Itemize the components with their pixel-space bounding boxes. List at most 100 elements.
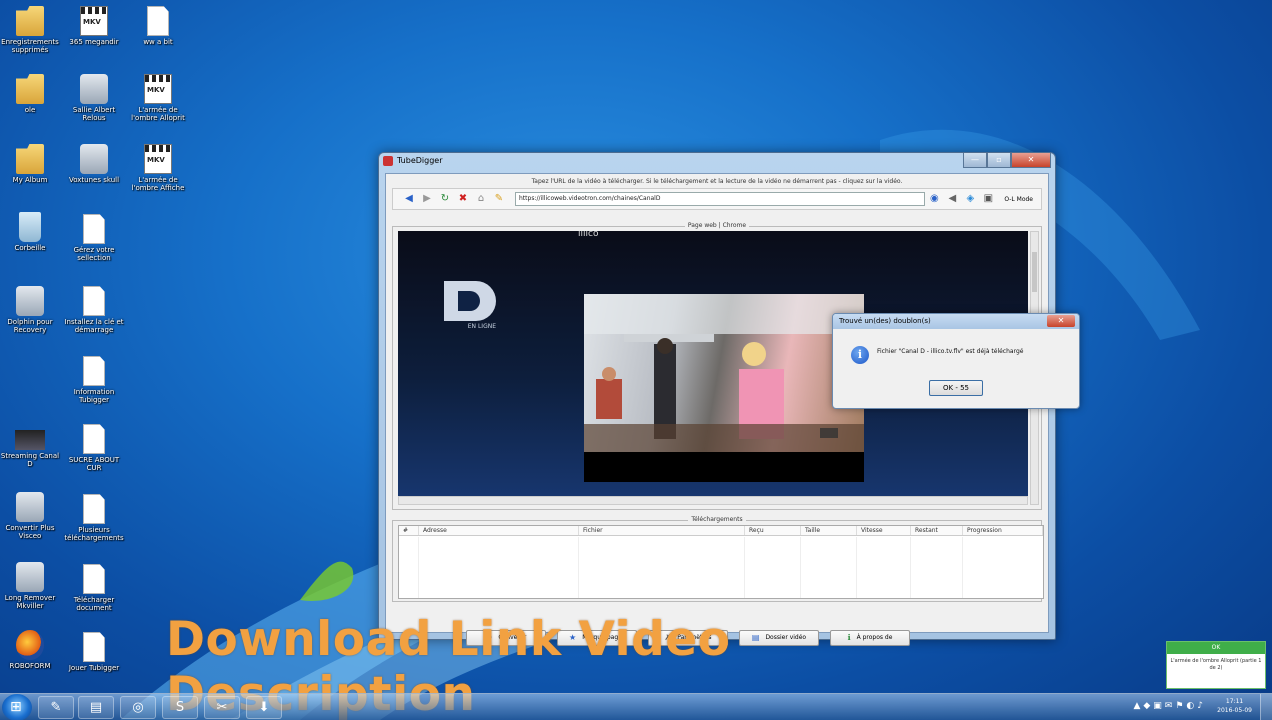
application-icon <box>16 492 44 522</box>
ol-mode-label[interactable]: O-L Mode <box>1004 196 1033 203</box>
desktop-icon[interactable]: Plusieurs téléchargements <box>62 494 126 542</box>
desktop-icon[interactable]: Information Tubigger <box>62 356 126 404</box>
desktop-icon[interactable]: Sallie Albert Relous <box>62 74 126 122</box>
toolbar-right: ◉ ◀ ◈ ▣ O-L Mode <box>928 193 1041 205</box>
desktop-icon[interactable]: Streaming Canal D <box>0 424 62 468</box>
col-remaining[interactable]: Restant <box>911 526 963 535</box>
document-icon <box>83 632 105 662</box>
shield-icon[interactable]: ◈ <box>964 193 976 205</box>
col-index[interactable]: # <box>399 526 419 535</box>
document-icon <box>83 356 105 386</box>
show-desktop-button[interactable] <box>1260 694 1272 720</box>
horizontal-scrollbar[interactable] <box>398 496 1028 505</box>
downloads-header: # Adresse Fichier Reçu Taille Vitesse Re… <box>399 526 1043 536</box>
col-progress[interactable]: Progression <box>963 526 1043 535</box>
stop-icon[interactable]: ✖ <box>457 193 469 205</box>
desktop-icon[interactable]: Télécharger document <box>62 564 126 612</box>
video-scene <box>584 294 864 452</box>
edit-icon[interactable]: ✎ <box>493 193 505 205</box>
dialog-close-button[interactable]: ✕ <box>1047 315 1075 327</box>
taskbar-skype-button[interactable]: S <box>162 696 198 719</box>
video-player[interactable] <box>584 294 864 482</box>
desktop-icon[interactable]: Corbeille <box>0 212 62 252</box>
speaker-icon[interactable]: ◀ <box>946 193 958 205</box>
recycle-bin-icon <box>19 212 41 242</box>
tray-icons: ▲◆▣✉⚑◐♪ <box>1133 701 1206 711</box>
desktop-icon[interactable]: My Album <box>0 144 62 184</box>
video-file-icon <box>80 6 108 36</box>
downloads-grid <box>399 537 1043 598</box>
application-icon <box>80 74 108 104</box>
notification-body: L'armée de l'ombre Alloprit (partie 1 de… <box>1170 658 1262 671</box>
downloads-label: Téléchargements <box>688 516 746 523</box>
desktop-icon[interactable]: L'armée de l'ombre Affiche <box>126 144 190 192</box>
globe-icon[interactable]: ◉ <box>928 193 940 205</box>
application-icon <box>16 286 44 316</box>
col-size[interactable]: Taille <box>801 526 857 535</box>
instructions-text: Tapez l'URL de la vidéo à télécharger. S… <box>531 178 903 185</box>
close-button[interactable]: ✕ <box>1011 153 1051 168</box>
document-icon <box>83 564 105 594</box>
desktop-icon[interactable]: Installez la clé et démarrage <box>62 286 126 334</box>
desktop-icon[interactable]: Jouer Tubigger <box>62 632 126 672</box>
lock-icon[interactable]: ▣ <box>982 193 994 205</box>
taskbar-explorer-button[interactable]: ▤ <box>78 696 114 719</box>
document-icon <box>83 286 105 316</box>
start-button[interactable] <box>2 694 32 720</box>
explorer-icon: ▤ <box>89 700 103 715</box>
refresh-icon[interactable]: ↻ <box>439 193 451 205</box>
duplicate-dialog: Trouvé un(des) doublon(s) ✕ i Fichier "C… <box>832 313 1080 409</box>
taskbar-app2-button[interactable]: ✂ <box>204 696 240 719</box>
col-speed[interactable]: Vitesse <box>857 526 911 535</box>
system-tray[interactable]: ▲◆▣✉⚑◐♪ <box>1133 701 1206 711</box>
taskbar: ✎ ▤ ◎ S ✂ ⬇ ▲◆▣✉⚑◐♪ 17:11 2016-05-09 <box>0 693 1272 720</box>
desktop-icon[interactable]: SUCRE ABOUT CUR <box>62 424 126 472</box>
col-file[interactable]: Fichier <box>579 526 745 535</box>
taskbar-chrome-button[interactable]: ◎ <box>120 696 156 719</box>
notification-popup[interactable]: OK L'armée de l'ombre Alloprit (partie 1… <box>1166 641 1266 689</box>
app-pin-icon: ✎ <box>50 700 62 715</box>
dialog-message: Fichier "Canal D - illico.tv.flv" est dé… <box>877 348 1024 355</box>
desktop-icon[interactable]: ww a bit <box>126 6 190 46</box>
minimize-button[interactable]: — <box>963 153 987 168</box>
back-icon[interactable]: ◀ <box>403 193 415 205</box>
skype-icon: S <box>175 700 185 715</box>
folder-icon <box>16 6 44 36</box>
desktop-icon[interactable]: ole <box>0 74 62 114</box>
ok-button[interactable]: OK - 55 <box>929 380 983 396</box>
clock[interactable]: 17:11 2016-05-09 <box>1217 697 1252 715</box>
firefox-icon <box>16 630 44 660</box>
folder-icon <box>16 144 44 174</box>
chrome-icon: ◎ <box>132 700 144 715</box>
canal-d-letter-icon <box>444 281 496 321</box>
desktop-icon[interactable]: Gérez votre sellection <box>62 214 126 262</box>
taskbar-tubedigger-button[interactable]: ⬇ <box>246 696 282 719</box>
maximize-button[interactable]: ▫ <box>987 153 1011 168</box>
desktop-icon[interactable]: Dolphin pour Recovery <box>0 286 62 334</box>
logo-subtitle: EN LIGNE <box>467 323 496 330</box>
downloads-table[interactable]: # Adresse Fichier Reçu Taille Vitesse Re… <box>398 525 1044 599</box>
tools-icon: ✂ <box>216 700 228 715</box>
url-input[interactable]: https://illicoweb.videotron.com/chaines/… <box>515 192 925 206</box>
home-icon[interactable]: ⌂ <box>475 193 487 205</box>
desktop-icon[interactable]: Enregistrements supprimés <box>0 6 62 54</box>
scroll-thumb[interactable] <box>1032 252 1037 292</box>
notification-header: OK <box>1167 642 1265 654</box>
desktop-icon[interactable]: Convertir Plus Visceo <box>0 492 62 540</box>
desktop-icon[interactable]: ROBOFORM <box>0 630 62 670</box>
desktop-icon[interactable]: L'armée de l'ombre Alloprit <box>126 74 190 122</box>
desktop-icon[interactable]: 365 megandir <box>62 6 126 46</box>
download-icon: ⬇ <box>258 700 270 715</box>
col-received[interactable]: Reçu <box>745 526 801 535</box>
desktop-icon[interactable]: Voxtunes skull <box>62 144 126 184</box>
video-file-icon <box>144 144 172 174</box>
desktop-icon[interactable]: Long Remover Mkviller <box>0 562 62 610</box>
taskbar-app-button[interactable]: ✎ <box>38 696 74 719</box>
document-icon <box>83 214 105 244</box>
document-icon <box>83 424 105 454</box>
col-address[interactable]: Adresse <box>419 526 579 535</box>
document-icon <box>83 494 105 524</box>
info-icon: i <box>851 346 869 364</box>
application-icon <box>80 144 108 174</box>
forward-icon[interactable]: ▶ <box>421 193 433 205</box>
